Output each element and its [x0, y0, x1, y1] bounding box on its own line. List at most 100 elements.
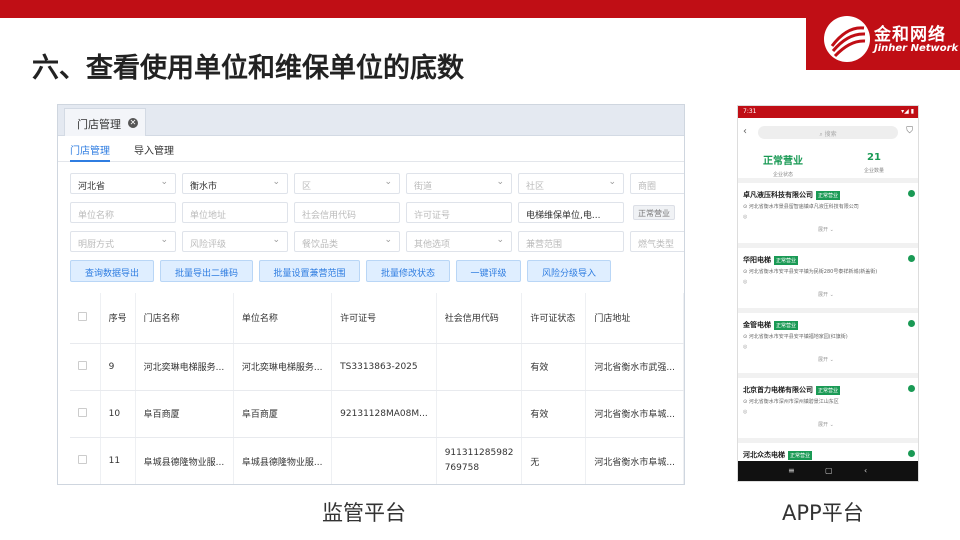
status-badge: 正常营业 [816, 385, 841, 395]
export-query-button[interactable]: 查询数据导出 [70, 260, 154, 282]
company-address-text: 河北省衡水市安平县安平镇为民街280号泰祥新城(新盖街) [748, 269, 878, 275]
slide-title: 六、查看使用单位和维保单位的底数 [32, 53, 464, 84]
row-checkbox-cell [70, 343, 101, 391]
filter-field[interactable]: 社会信用代码 [294, 202, 400, 223]
search-input[interactable]: ⌕ 搜索 [758, 126, 898, 139]
select-all-checkbox[interactable] [78, 311, 87, 321]
expand-toggle[interactable]: 展开 ⌄ [818, 291, 834, 298]
status-badge: 正常营业 [816, 190, 841, 200]
company-card[interactable]: 卓凡液压科技有限公司 正常营业 ⊙ 河北省衡水市景县留智庙镇卓凡液压科技有限公司 ◎ 展… [738, 186, 918, 248]
filter-field[interactable]: 电梯维保单位,电... [518, 202, 624, 223]
chevron-down-icon: ⌄ [496, 235, 504, 245]
filter-value: 餐饮品类 [302, 240, 339, 250]
filter-field[interactable]: 许可证号 [406, 202, 512, 223]
filter-field[interactable]: 兼营范围 [518, 231, 624, 252]
company-name-text: 金管电梯 [743, 321, 771, 329]
expand-toggle[interactable]: 展开 ⌄ [818, 421, 834, 428]
cell-no: 11 [100, 437, 136, 484]
filter-value: 电梯维保单位,电... [526, 211, 601, 221]
contact-icon: ◎ [743, 409, 748, 415]
filter-field[interactable]: 街道 ⌄ [406, 173, 512, 194]
filter-value: 许可证号 [414, 211, 451, 221]
table-row[interactable]: 11 阜城县德隆物业服... 阜城县德隆物业服... 911311285982 769… [70, 437, 684, 484]
filter-field[interactable]: 风险评级 ⌄ [182, 231, 288, 252]
chevron-down-icon: ⌄ [384, 177, 392, 187]
selected-status-tag[interactable]: 正常营业 [633, 205, 675, 220]
company-card[interactable]: 北京首力电梯有限公司 正常营业 ⊙ 河北省衡水市深州市深州镇碧景江山东区 ◎ 展开 ⌄ [738, 381, 918, 443]
filter-field[interactable]: 单位名称 [70, 202, 176, 223]
stat-status-label: 企业状态 [772, 172, 793, 178]
export-qrcode-button[interactable]: 批量导出二维码 [160, 260, 253, 282]
company-address: ⊙ 河北省衡水市深州市深州镇碧景江山东区 [743, 398, 839, 405]
subtab-import-management[interactable]: 导入管理 [134, 142, 174, 157]
status-badge: 正常营业 [774, 255, 799, 265]
table-row[interactable]: 9 河北奕琳电梯服务... 河北奕琳电梯服务... TS3313863-2025 有效河… [70, 343, 684, 391]
company-address: ⊙ 河北省衡水市安平县安平镇福地家园(红旗街) [743, 333, 848, 340]
header-license-status: 许可证状态 [521, 293, 587, 344]
filter-field[interactable]: 餐饮品类 ⌄ [294, 231, 400, 252]
company-name: 金管电梯 正常营业 [743, 320, 799, 330]
chevron-down-icon: ⌄ [272, 235, 280, 245]
stat-count-label: 企业数量 [863, 168, 884, 174]
row-checkbox[interactable] [78, 407, 87, 417]
filter-icon[interactable]: ⛉ [906, 126, 913, 136]
company-name: 卓凡液压科技有限公司 正常营业 [743, 190, 841, 200]
close-icon[interactable]: ✕ [128, 118, 138, 128]
mobile-app-screen: 7:31 ▾◢ ▮ ‹ ⌕ 搜索 ⛉ 正常营业 企业状态 21 企业数量 卓凡液… [737, 105, 919, 482]
filter-value: 其他选项 [414, 240, 451, 250]
filter-field[interactable]: 燃气类型 [630, 231, 684, 252]
tab-store-management[interactable]: 门店管理 ✕ [64, 108, 146, 136]
set-scope-button[interactable]: 批量设置兼营范围 [259, 260, 360, 282]
expand-toggle[interactable]: 展开 ⌄ [818, 356, 834, 363]
risk-import-button[interactable]: 风险分级导入 [527, 260, 611, 282]
cell-address: 河北省衡水市武强... [585, 343, 684, 391]
row-checkbox[interactable] [78, 455, 87, 464]
cell-unit: 河北奕琳电梯服务... [233, 343, 333, 391]
chevron-down-icon: ⌄ [384, 235, 392, 245]
card-divider [738, 438, 918, 443]
filter-field[interactable]: 河北省 ⌄ [70, 173, 176, 194]
filter-field[interactable]: 社区 ⌄ [518, 173, 624, 194]
modify-status-button[interactable]: 批量修改状态 [366, 260, 450, 282]
header-store-name: 门店名称 [135, 293, 234, 344]
filter-field[interactable]: 衡水市 ⌄ [182, 173, 288, 194]
filter-field[interactable]: 区 ⌄ [294, 173, 400, 194]
company-card[interactable]: 华阳电梯 正常营业 ⊙ 河北省衡水市安平县安平镇为民街280号泰祥新城(新盖街) ◎ 展… [738, 251, 918, 313]
company-name-text: 河北众杰电梯 [743, 451, 785, 459]
cell-store: 阜百商厦 [135, 390, 234, 438]
expand-toggle[interactable]: 展开 ⌄ [818, 226, 834, 233]
home-icon[interactable]: ▢ [825, 466, 833, 475]
filter-value: 社会信用代码 [302, 211, 357, 221]
cell-credit [436, 343, 523, 391]
cell-address: 河北省衡水市阜城... [585, 390, 684, 438]
cell-status: 有效 [521, 343, 587, 391]
cell-status: 有效 [521, 390, 587, 438]
cell-address: 河北省衡水市阜城... [585, 437, 684, 484]
card-divider [738, 178, 918, 183]
one-click-rating-button[interactable]: 一键评级 [456, 260, 521, 282]
company-card[interactable]: 金管电梯 正常营业 ⊙ 河北省衡水市安平县安平镇福地家园(红旗街) ◎ 展开 ⌄ [738, 316, 918, 378]
stat-count: 21 企业数量 [834, 152, 914, 174]
menu-icon[interactable]: ≡ [788, 466, 795, 475]
card-divider [738, 373, 918, 378]
cell-unit: 阜百商厦 [233, 390, 333, 438]
subtab-store-management[interactable]: 门店管理 [70, 142, 110, 157]
card-divider [738, 308, 918, 313]
filter-field[interactable]: 其他选项 ⌄ [406, 231, 512, 252]
supervision-platform-window: 门店管理 ✕ 门店管理 导入管理 河北省 ⌄ 衡水市 ⌄ 区 ⌄ 街道 ⌄ 社区 ⌄ 商圈 单位名称单… [57, 104, 685, 485]
phone-status-bar: 7:31 ▾◢ ▮ [738, 106, 918, 118]
company-address-text: 河北省衡水市安平县安平镇福地家园(红旗街) [748, 334, 848, 340]
contact-icon: ◎ [743, 279, 748, 285]
filter-value: 河北省 [78, 182, 106, 192]
filter-value: 燃气类型 [638, 240, 675, 250]
back-nav-icon[interactable]: ‹ [864, 466, 867, 475]
filter-field[interactable]: 商圈 [630, 173, 684, 194]
table-row[interactable]: 10 阜百商厦 阜百商厦 92131128MA08M... 有效 河北省衡水市阜城... [70, 390, 684, 438]
check-icon [908, 450, 915, 457]
check-icon [908, 320, 915, 327]
filter-field[interactable]: 明厨方式 ⌄ [70, 231, 176, 252]
back-icon[interactable]: ‹ [743, 126, 747, 137]
row-checkbox[interactable] [78, 360, 87, 370]
filter-value: 明厨方式 [78, 240, 115, 250]
filter-field[interactable]: 单位地址 [182, 202, 288, 223]
